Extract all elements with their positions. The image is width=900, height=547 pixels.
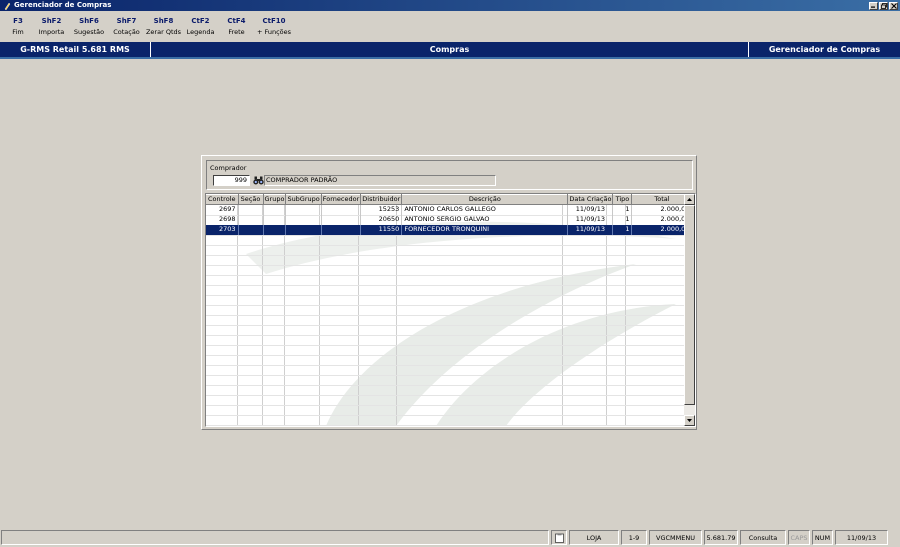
col-header-data-criacao[interactable]: Data Criação	[567, 194, 614, 205]
cell-grupo	[263, 214, 287, 225]
grid-header-row: Controle Seção Grupo SubGrupo Fornecedor…	[206, 194, 693, 205]
vertical-scrollbar[interactable]	[684, 194, 695, 426]
purchase-manager-panel: Comprador 999 COMPRADOR PADRÃO Controle …	[201, 155, 697, 430]
minimize-button[interactable]	[869, 1, 878, 10]
purchase-grid: Controle Seção Grupo SubGrupo Fornecedor…	[205, 193, 696, 427]
clipboard-icon	[554, 532, 564, 543]
screen-name: Gerenciador de Compras	[768, 45, 881, 54]
module-name: Compras	[151, 42, 749, 57]
fkey-shf8-zerar-qtds[interactable]: ShF8 Zerar Qtds	[145, 12, 182, 40]
cell-secao	[238, 204, 264, 215]
table-row[interactable]: 2698 20650 ANTONIO SERGIO GALVAO 11/09/1…	[206, 214, 693, 225]
cell-secao	[238, 214, 264, 225]
close-icon	[890, 2, 897, 9]
cell-total: 2.000,00	[631, 204, 693, 215]
fkey-shf7-cotacao[interactable]: ShF7 Cotação	[108, 12, 145, 40]
product-name: G-RMS Retail 5.681 RMS	[0, 42, 151, 57]
title-bar: Gerenciador de Compras	[0, 0, 900, 11]
col-header-subgrupo[interactable]: SubGrupo	[285, 194, 322, 205]
cell-descricao: FORNECEDOR TRONQUINI	[401, 224, 569, 235]
restore-icon	[880, 2, 887, 9]
cell-total: 2.000,00	[631, 224, 693, 235]
status-clipboard-indicator[interactable]	[551, 530, 567, 545]
cell-controle: 2698	[206, 214, 239, 225]
cell-controle: 2697	[206, 204, 239, 215]
status-range: 1-9	[621, 530, 647, 545]
cell-fornecedor	[321, 224, 362, 235]
status-message-area	[1, 530, 549, 545]
window-title: Gerenciador de Compras	[14, 1, 112, 9]
scrollbar-thumb[interactable]	[684, 205, 695, 405]
status-version: 5.681.79	[704, 530, 738, 545]
buyer-group: Comprador 999 COMPRADOR PADRÃO	[206, 160, 693, 190]
cell-subgrupo	[285, 214, 322, 225]
table-row[interactable]: 2697 15253 ANTONIO CARLOS GALLEGO 11/09/…	[206, 204, 693, 215]
buyer-code-input[interactable]: 999	[213, 175, 250, 186]
status-date: 11/09/13	[835, 530, 888, 545]
function-key-toolbar: F3 Fim ShF2 Importa ShF6 Sugestão ShF7 C…	[0, 12, 900, 40]
status-caps-lock: CAPS	[788, 530, 810, 545]
col-header-distribuidor[interactable]: Distribuidor	[360, 194, 403, 205]
fkey-ctf4-frete[interactable]: CtF4 Frete	[219, 12, 254, 40]
scroll-down-button[interactable]	[684, 415, 695, 426]
app-icon	[3, 2, 11, 10]
col-header-tipo[interactable]: Tipo	[612, 194, 633, 205]
grid-table: Controle Seção Grupo SubGrupo Fornecedor…	[206, 194, 693, 235]
header-divider	[0, 57, 900, 59]
col-header-descricao[interactable]: Descrição	[401, 194, 569, 205]
cell-distribuidor: 15253	[360, 204, 403, 215]
cell-tipo: 1	[612, 224, 633, 235]
cell-descricao: ANTONIO CARLOS GALLEGO	[401, 204, 569, 215]
cell-grupo	[263, 224, 287, 235]
cell-subgrupo	[285, 224, 322, 235]
cell-distribuidor: 20650	[360, 214, 403, 225]
col-header-total[interactable]: Total	[631, 194, 693, 205]
search-binoculars-button[interactable]	[252, 175, 264, 186]
buyer-name-field: COMPRADOR PADRÃO	[264, 175, 496, 186]
arrow-down-icon	[687, 419, 692, 422]
cell-tipo: 1	[612, 214, 633, 225]
cell-secao	[238, 224, 264, 235]
table-row-selected[interactable]: 2703 11550 FORNECEDOR TRONQUINI 11/09/13…	[206, 224, 693, 235]
col-header-grupo[interactable]: Grupo	[263, 194, 287, 205]
arrow-up-icon	[687, 198, 692, 201]
fkey-f3-fim[interactable]: F3 Fim	[3, 12, 33, 40]
close-button[interactable]	[889, 1, 898, 10]
buyer-label: Comprador	[210, 164, 247, 172]
status-mode: Consulta	[740, 530, 786, 545]
cell-grupo	[263, 204, 287, 215]
cell-data-criacao: 11/09/13	[567, 214, 614, 225]
cell-fornecedor	[321, 214, 362, 225]
minimize-icon	[871, 6, 875, 8]
cell-subgrupo	[285, 204, 322, 215]
status-menu: VGCMMENU	[649, 530, 702, 545]
cell-total: 2.000,00	[631, 214, 693, 225]
status-bar: LOJA 1-9 VGCMMENU 5.681.79 Consulta CAPS…	[0, 529, 900, 547]
app-header: G-RMS Retail 5.681 RMS Compras Gerenciad…	[0, 42, 900, 57]
col-header-secao[interactable]: Seção	[238, 194, 264, 205]
cell-controle: 2703	[206, 224, 239, 235]
status-store: LOJA	[569, 530, 619, 545]
scroll-up-button[interactable]	[684, 194, 695, 205]
cell-tipo: 1	[612, 204, 633, 215]
col-header-controle[interactable]: Controle	[206, 194, 239, 205]
fkey-shf2-importa[interactable]: ShF2 Importa	[33, 12, 70, 40]
cell-fornecedor	[321, 204, 362, 215]
fkey-ctf2-legenda[interactable]: CtF2 Legenda	[182, 12, 219, 40]
binoculars-icon	[252, 176, 264, 185]
cell-data-criacao: 11/09/13	[567, 204, 614, 215]
status-num-lock: NUM	[812, 530, 833, 545]
cell-descricao: ANTONIO SERGIO GALVAO	[401, 214, 569, 225]
fkey-ctf10-mais-funcoes[interactable]: CtF10 + Funções	[254, 12, 294, 40]
cell-data-criacao: 11/09/13	[567, 224, 614, 235]
cell-distribuidor: 11550	[360, 224, 403, 235]
col-header-fornecedor[interactable]: Fornecedor	[321, 194, 362, 205]
fkey-shf6-sugestao[interactable]: ShF6 Sugestão	[70, 12, 108, 40]
restore-button[interactable]	[879, 1, 888, 10]
